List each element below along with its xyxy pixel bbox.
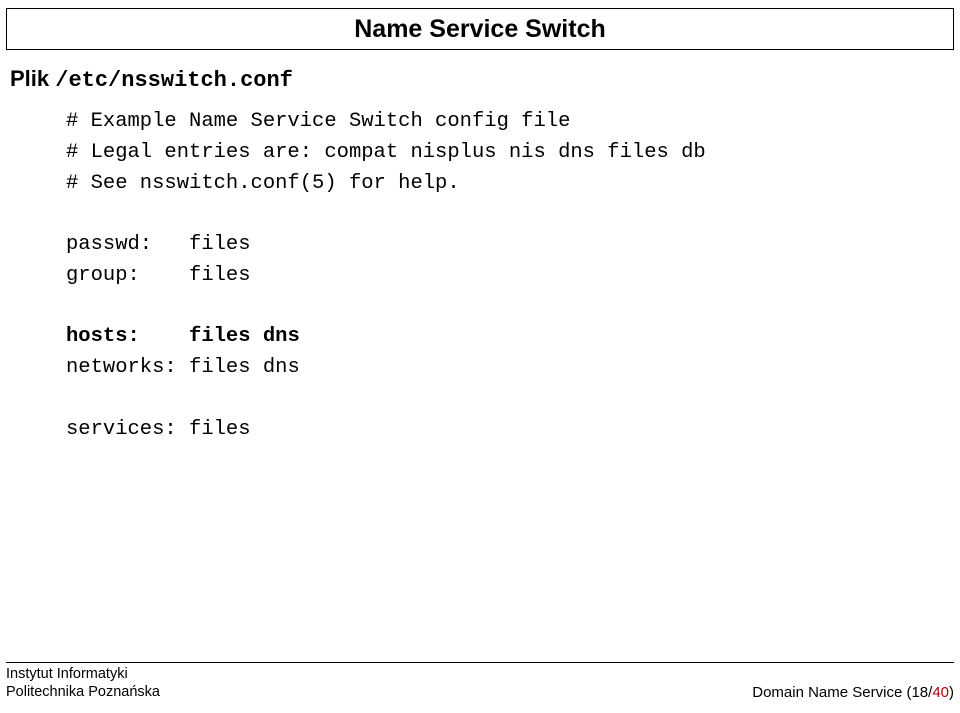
entry-group-key: group: — [66, 264, 189, 287]
entry-hosts-val: files dns — [189, 325, 300, 348]
footer-right: Domain Name Service (18/40) — [752, 684, 954, 701]
slide-content: Plik /etc/nsswitch.conf # Example Name S… — [6, 60, 954, 445]
footer-right-suffix: ) — [949, 684, 954, 701]
page-current: 18 — [911, 684, 928, 701]
slide-title: Name Service Switch — [354, 15, 606, 44]
footer-org-1: Instytut Informatyki — [6, 665, 160, 683]
entry-services-val: files — [189, 418, 251, 441]
slide-footer: Instytut Informatyki Politechnika Poznań… — [6, 662, 954, 701]
file-path-line: Plik /etc/nsswitch.conf — [10, 66, 950, 93]
file-label-prefix: Plik — [10, 66, 55, 91]
entry-passwd-val: files — [189, 233, 251, 256]
footer-right-prefix: Domain Name Service ( — [752, 684, 911, 701]
slide-title-box: Name Service Switch — [6, 8, 954, 50]
footer-org-2: Politechnika Poznańska — [6, 683, 160, 701]
config-code-block: # Example Name Service Switch config fil… — [66, 107, 950, 445]
file-path: /etc/nsswitch.conf — [55, 68, 293, 93]
entry-services-key: services: — [66, 418, 189, 441]
code-comment-2: # Legal entries are: compat nisplus nis … — [66, 141, 706, 164]
code-comment-1: # Example Name Service Switch config fil… — [66, 110, 570, 133]
entry-networks-key: networks: — [66, 356, 189, 379]
entry-group-val: files — [189, 264, 251, 287]
entry-networks-val: files dns — [189, 356, 300, 379]
entry-hosts-key: hosts: — [66, 325, 189, 348]
footer-left: Instytut Informatyki Politechnika Poznań… — [6, 665, 160, 701]
code-comment-3: # See nsswitch.conf(5) for help. — [66, 172, 460, 195]
page-total: 40 — [932, 684, 949, 701]
entry-passwd-key: passwd: — [66, 233, 189, 256]
